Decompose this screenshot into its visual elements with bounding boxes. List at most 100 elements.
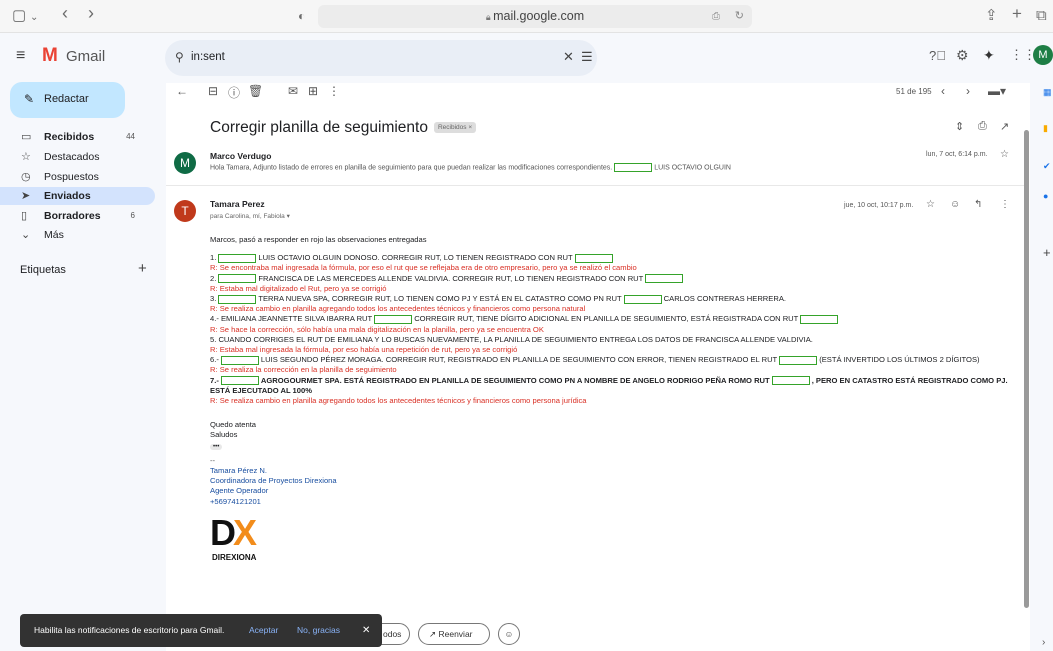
calendar-icon[interactable]: ▦ [1043,87,1052,98]
more-icon[interactable]: ⋮ [328,84,340,98]
item-3: 3. TERRA NUEVA SPA, CORREGIR RUT, LO TIEN… [210,294,1010,304]
gemini-icon[interactable]: ✦ [983,47,995,64]
input-tools-icon[interactable]: ▬▾ [988,84,1006,98]
sidebar-item-recibidos[interactable]: ▭ Recibidos 44 [0,128,155,146]
open-new-window-icon[interactable]: ↗ [1000,120,1009,133]
snippet-text: Hola Tamara, Adjunto listado de errores … [210,164,613,172]
pencil-icon: ✎ [24,92,35,106]
clock-icon: ◷ [21,171,31,183]
tabs-overview-icon[interactable]: ⧉ [1036,8,1047,24]
clear-search-icon[interactable]: ✕ [563,49,574,65]
sidebar-item-label: Recibidos [44,131,95,143]
sidebar-item-borradores[interactable]: ▯ Borradores 6 [0,207,155,225]
keep-icon[interactable]: ▮ [1043,123,1048,134]
chevron-down-icon: ⌄ [21,229,31,241]
signature-line: +56974121201 [210,496,261,506]
shield-icon[interactable]: ◐ [298,8,305,24]
gmail-logo-icon[interactable]: M [42,45,58,67]
new-tab-icon[interactable]: + [1012,5,1022,22]
add-addon-icon[interactable]: + [1043,245,1051,260]
star-icon[interactable]: ☆ [1000,149,1009,160]
star-icon[interactable]: ☆ [926,199,935,210]
chevron-down-icon[interactable]: ⌄ [30,10,38,26]
redacted-box [374,314,413,324]
label-badge[interactable]: Recibidos × [433,122,477,134]
sidebar-item-label: Enviados [44,190,91,202]
more-options-icon[interactable]: ⋮ [1000,199,1010,210]
sender-avatar[interactable]: T [174,200,196,222]
close-icon[interactable]: ✕ [362,614,370,647]
search-input[interactable]: in:sent [191,51,225,63]
reply-icon[interactable]: ↰ [974,199,982,210]
compose-button[interactable]: ✎ Redactar [10,82,125,118]
scrollbar[interactable] [1024,130,1029,608]
mark-unread-icon[interactable]: ✉ [288,84,298,98]
next-page-icon[interactable]: › [966,84,970,98]
share-icon[interactable]: ⇪ [985,8,998,24]
sidebar-item-count: 6 [130,211,135,220]
help-icon[interactable]: ?⃝ [929,48,946,63]
item-text: LUIS OCTAVIO OLGUIN DONOSO. CORREGIR RUT… [258,253,573,263]
signature: Tamara Pérez N. Coordinadora de Proyectos… [210,466,1010,507]
emoji-button[interactable]: ☺ [498,623,520,645]
prev-page-icon[interactable]: ‹ [941,84,945,98]
url-bar[interactable]: 🔒︎ mail.google.com ⎙ ↻ [318,5,752,28]
forward-icon[interactable]: › [88,4,94,22]
settings-icon[interactable]: ⚙ [956,47,969,64]
menu-icon[interactable]: ≡ [16,47,25,65]
logo-word: DIREXIONA [212,552,257,562]
gmail-brand: Gmail [66,48,106,65]
search-bar[interactable]: ⚲ in:sent ✕ ☰ [165,40,597,76]
item-6-tail: (ESTÁ INVERTIDO LOS ÚLTIMOS 2 DÍGITOS) [819,355,980,365]
closing-2: Saludos [210,430,238,440]
item-7: 7.- AGROGOURMET SPA. ESTÁ REGISTRADO EN P… [210,376,1010,396]
translate-icon[interactable]: ⎙ [712,5,720,28]
reply-7: R: Se realiza cambio en planilla agregan… [210,396,587,406]
reload-icon[interactable]: ↻ [735,5,744,28]
item-text: CORREGIR RUT, TIENE DÍGITO ADICIONAL EN … [414,314,799,324]
redacted-box [771,376,810,386]
archive-icon[interactable]: ⊟ [208,84,218,98]
sender-name: Marco Verdugo [210,151,272,161]
sidebar-item-enviados[interactable]: ➤ Enviados [0,187,155,205]
sidebar-item-más[interactable]: ⌄ Más [0,226,155,244]
redacted-box [220,376,259,386]
show-trimmed-button[interactable]: ••• [210,441,1010,452]
closing-1: Quedo atenta [210,420,257,430]
item-pre: 3. [210,294,217,304]
message-date: jue, 10 oct, 10:17 p.m. [844,202,914,209]
delete-icon[interactable]: 🗑︎ [248,84,263,98]
search-icon[interactable]: ⚲ [175,50,184,64]
reply-2: R: Estaba mal digitalizado el Rut, pero … [210,283,387,293]
back-arrow-icon[interactable]: ← [176,84,188,98]
expand-all-icon[interactable]: ⇕ [955,120,964,133]
accept-button[interactable]: Aceptar [249,614,278,647]
signature-line: Coordinadora de Proyectos Direxiona [210,476,337,486]
decline-button[interactable]: No, gracias [297,614,340,647]
search-options-icon[interactable]: ☰ [581,49,593,65]
smile-icon: ☺ [504,629,514,639]
reply-3: R: Se realiza cambio en planilla agregan… [210,304,586,314]
sender-avatar[interactable]: M [174,152,196,174]
print-icon[interactable]: ⎙ [978,120,987,133]
forward-button[interactable]: ↗ Reenviar [418,623,490,645]
recipients[interactable]: para Carolina, mí, Fabiola ▾ [210,212,290,220]
ellipsis[interactable]: ••• [210,443,223,450]
snippet-name: LUIS OCTAVIO OLGUIN [654,164,731,172]
back-icon[interactable]: ‹ [62,4,68,22]
tasks-icon[interactable]: ✔ [1043,161,1051,172]
add-label-icon[interactable]: + [138,260,147,277]
item-2: 2. FRANCISCA DE LAS MERCEDES ALLENDE VALD… [210,274,1010,284]
move-to-icon[interactable]: ⊞ [308,84,318,98]
emoji-react-icon[interactable]: ☺ [950,199,960,210]
avatar[interactable]: M [1033,45,1053,65]
star-icon: ☆ [21,151,31,163]
contacts-icon[interactable]: ● [1043,191,1048,201]
expand-panel-icon[interactable]: › [1042,637,1045,648]
sidebar-item-destacados[interactable]: ☆ Destacados [0,148,155,166]
sidebar-item-pospuestos[interactable]: ◷ Pospuestos [0,168,155,186]
reply-4: R: Se hace la corrección, sólo había una… [210,324,544,334]
item-pre: 1. [210,253,217,263]
report-spam-icon[interactable]: ⓘ [228,84,240,101]
sidebar-icon[interactable]: ▢ [12,8,26,24]
